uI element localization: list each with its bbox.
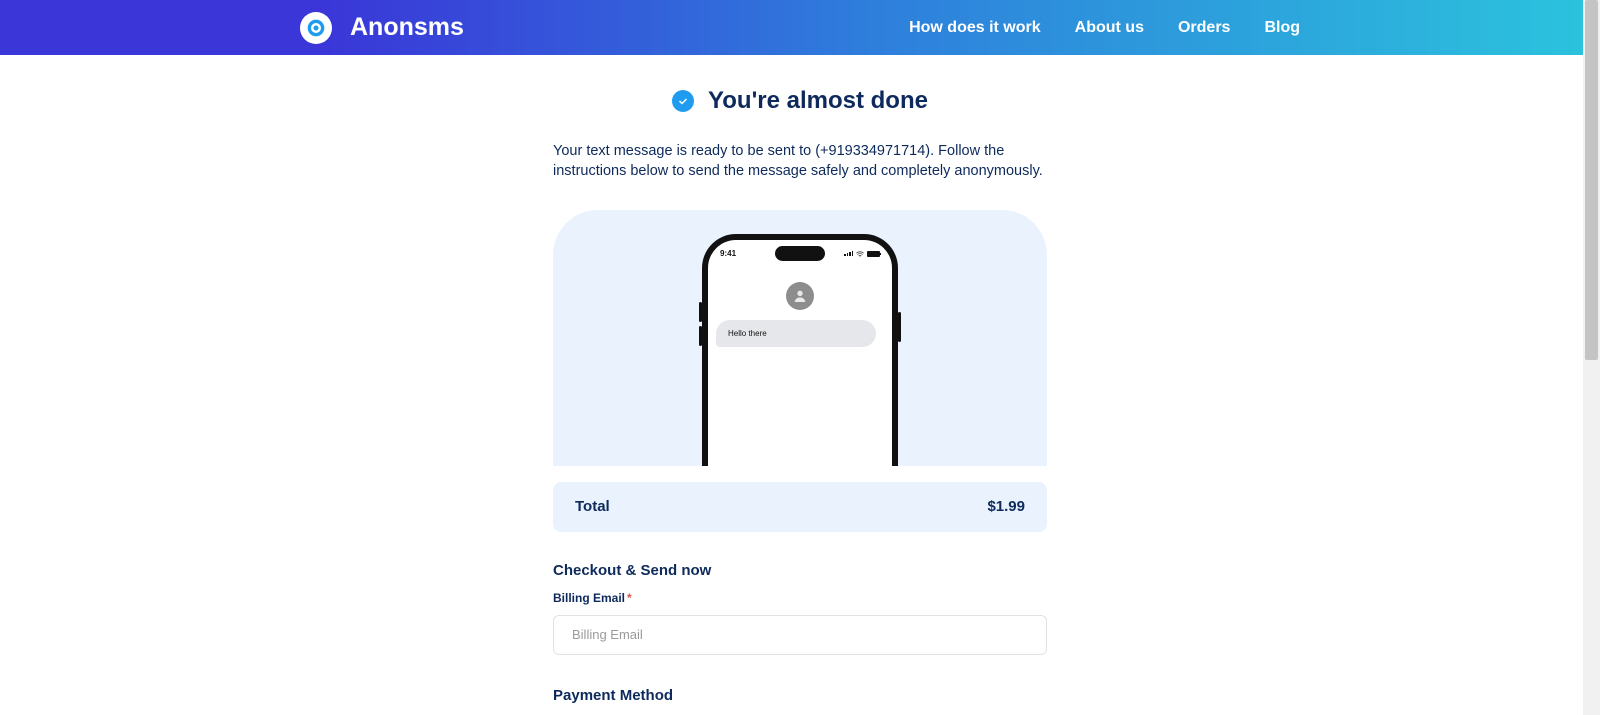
phone-time: 9:41 xyxy=(720,249,736,258)
message-bubble: Hello there xyxy=(716,320,876,347)
total-label: Total xyxy=(575,498,610,515)
page-title: You're almost done xyxy=(708,87,928,115)
billing-email-input[interactable] xyxy=(553,615,1047,655)
contact-avatar-row xyxy=(716,282,884,310)
logo[interactable]: Anonsms xyxy=(300,12,464,44)
total-bar: Total $1.99 xyxy=(553,482,1047,532)
phone-side-button-icon xyxy=(898,312,901,342)
brand-icon xyxy=(300,12,332,44)
nav-how-does-it-work[interactable]: How does it work xyxy=(909,19,1041,37)
scrollbar-thumb[interactable] xyxy=(1585,0,1598,360)
checkout-title: Checkout & Send now xyxy=(553,562,1047,579)
brand-name: Anonsms xyxy=(350,13,464,42)
phone-side-button-icon xyxy=(699,326,702,346)
avatar-icon xyxy=(786,282,814,310)
main-nav: How does it work About us Orders Blog xyxy=(909,19,1300,37)
phone-screen: 9:41 Hello there xyxy=(708,240,892,466)
wifi-icon xyxy=(856,250,864,258)
billing-email-label: Billing Email* xyxy=(553,591,1047,605)
heading-row: You're almost done xyxy=(553,87,1047,115)
site-header: Anonsms How does it work About us Orders… xyxy=(0,0,1600,55)
phone-frame: 9:41 Hello there xyxy=(702,234,898,466)
required-mark: * xyxy=(627,591,632,605)
battery-icon xyxy=(867,251,880,257)
phone-preview-panel: 9:41 Hello there xyxy=(553,210,1047,466)
billing-email-label-text: Billing Email xyxy=(553,591,625,605)
signal-icon xyxy=(844,251,853,256)
phone-notch-icon xyxy=(775,246,825,261)
check-icon xyxy=(672,90,694,112)
phone-side-button-icon xyxy=(699,302,702,322)
nav-orders[interactable]: Orders xyxy=(1178,19,1230,37)
main-content: You're almost done Your text message is … xyxy=(553,55,1047,715)
phone-status-icons xyxy=(844,250,880,258)
page-scrollbar[interactable] xyxy=(1583,0,1600,715)
nav-about-us[interactable]: About us xyxy=(1075,19,1144,37)
payment-method-title: Payment Method xyxy=(553,687,1047,704)
intro-text: Your text message is ready to be sent to… xyxy=(553,141,1047,182)
nav-blog[interactable]: Blog xyxy=(1264,19,1300,37)
total-amount: $1.99 xyxy=(987,498,1025,515)
